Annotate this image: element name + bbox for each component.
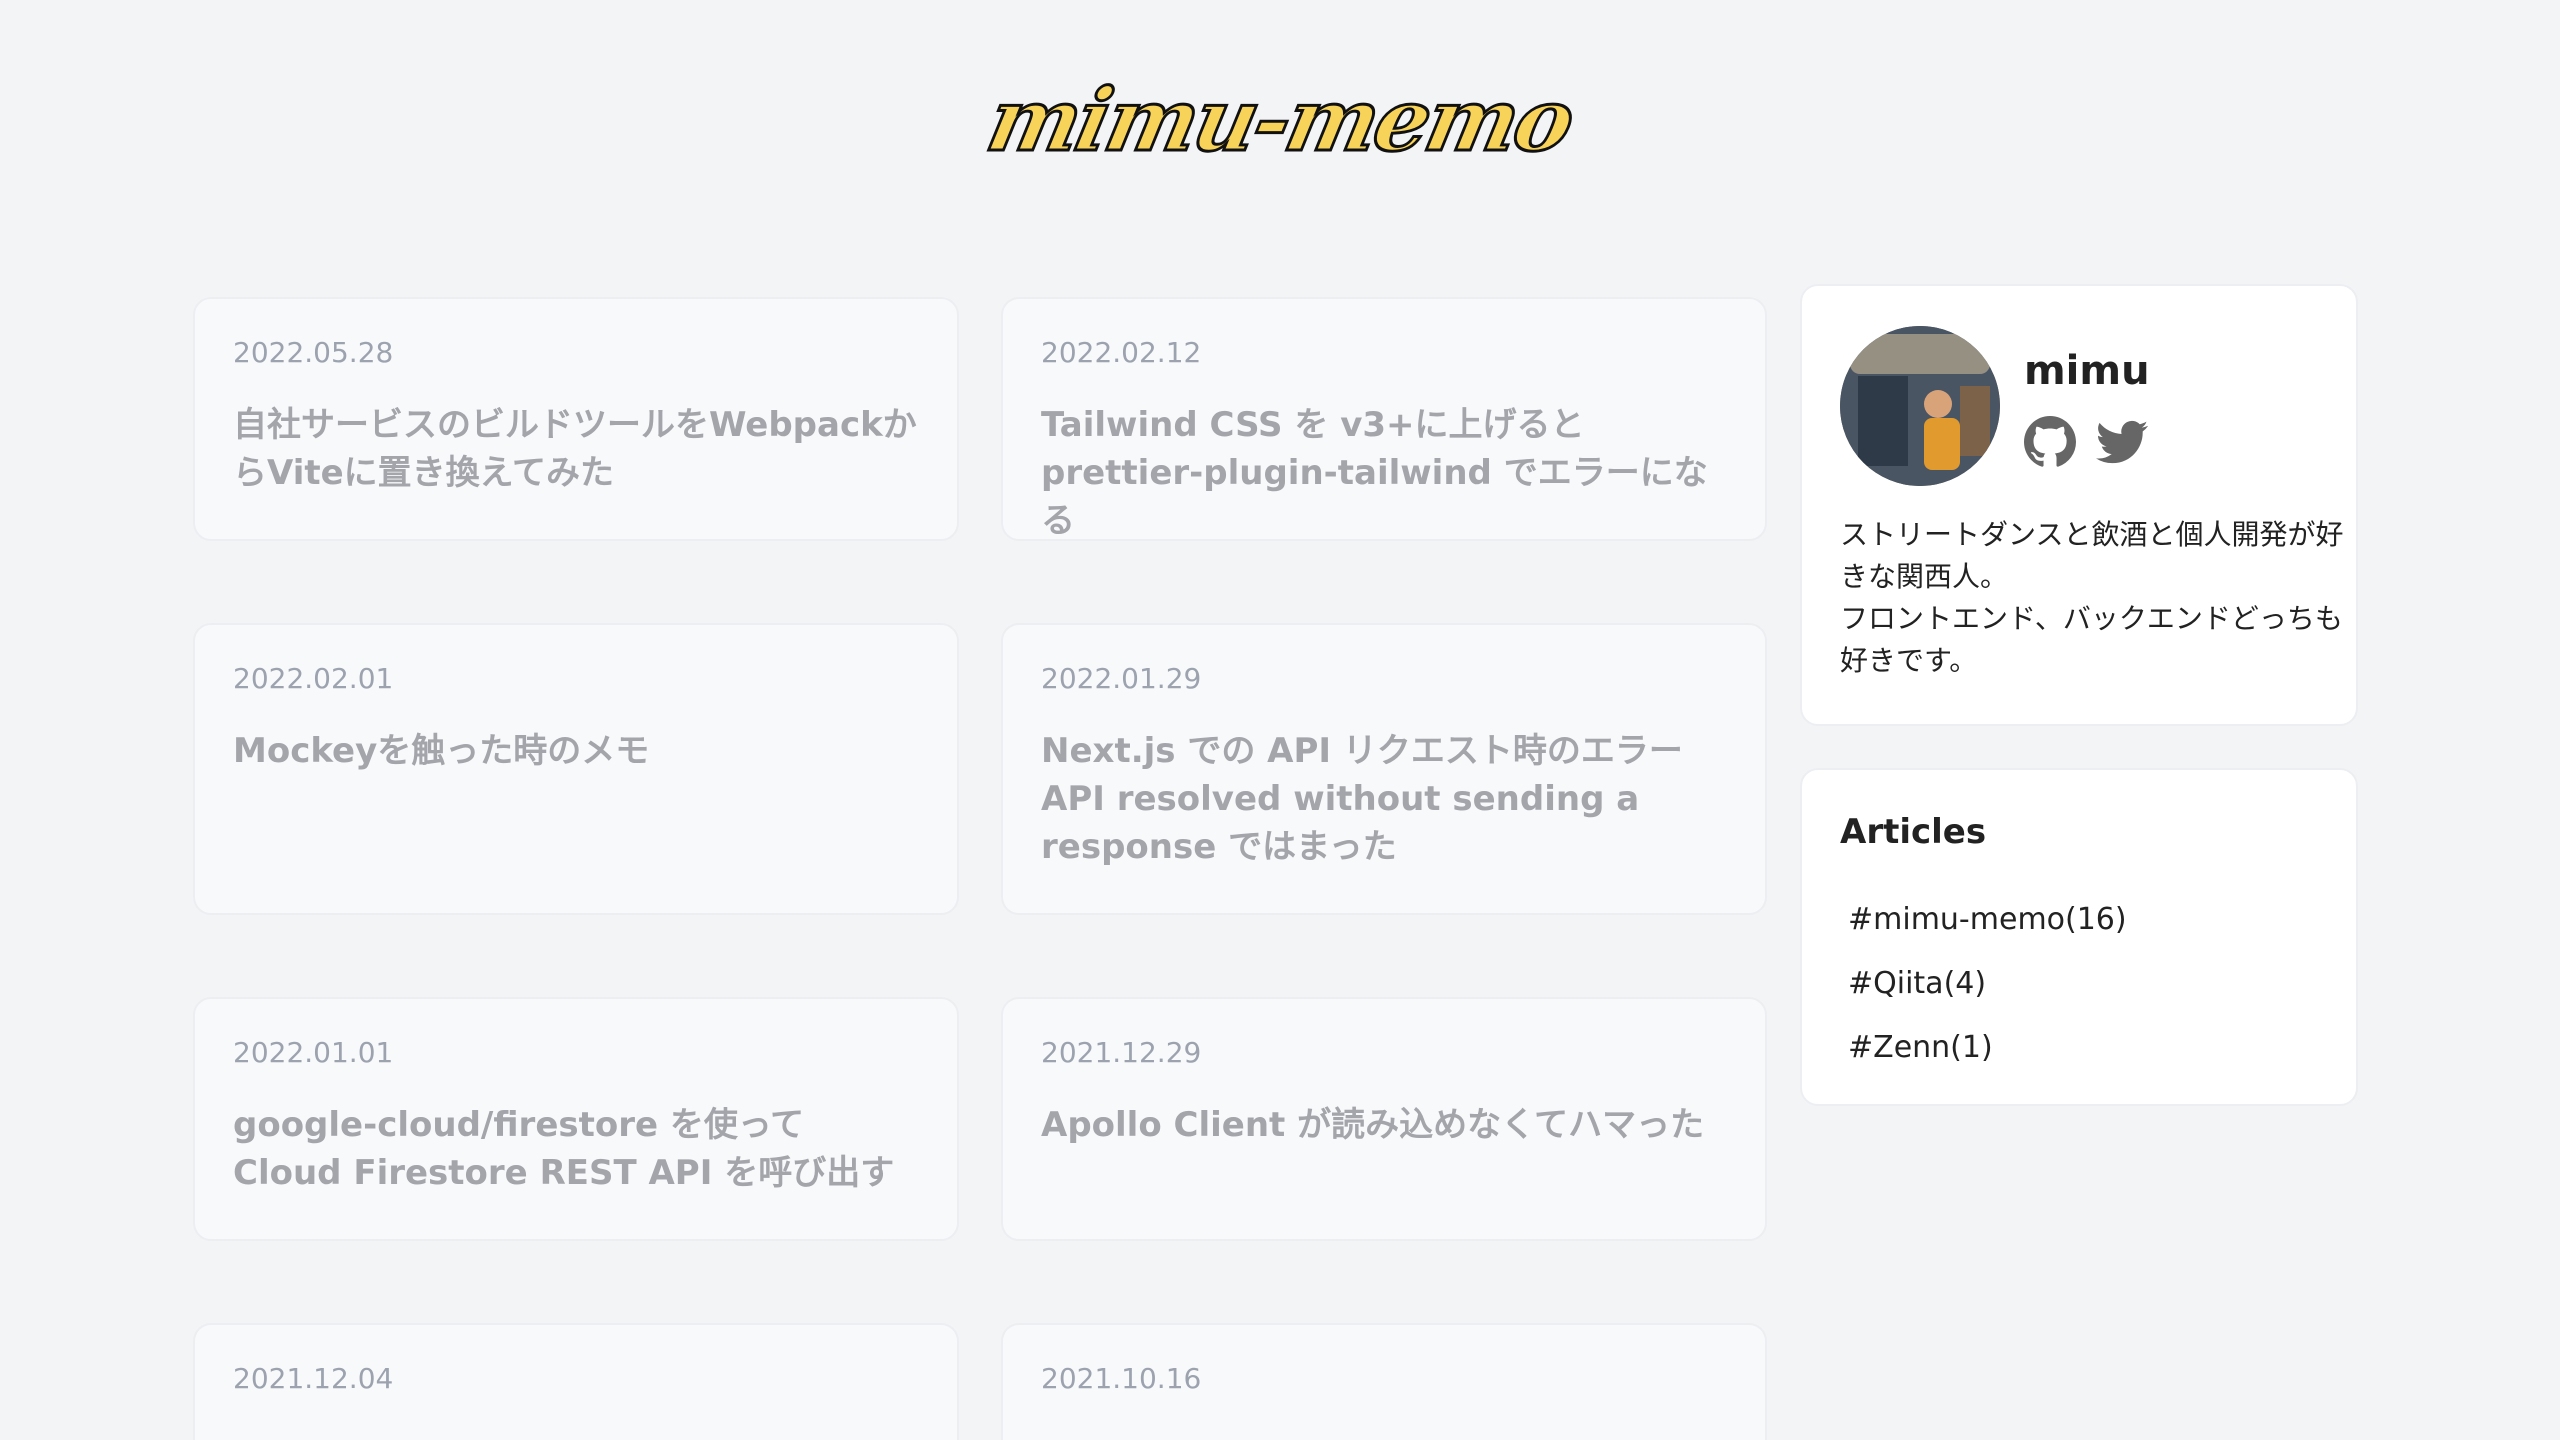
site-header: mimu-memo (0, 40, 2560, 200)
article-card[interactable]: 2021.10.16 (1001, 1323, 1767, 1440)
profile-name: mimu (2024, 348, 2150, 394)
bio-line: ストリートダンスと飲酒と個人開発が好きな関西人。 (1840, 518, 2344, 593)
profile-card: mimu ストリートダンスと飲酒と個人開発が好きな関西人。 フロントエンド、バッ… (1800, 284, 2358, 726)
site-logo[interactable]: mimu-memo (978, 68, 1582, 172)
article-title: Mockeyを触った時のメモ (233, 731, 650, 771)
article-title: 自社サービスのビルドツールをWebpackからViteに置き換えてみた (233, 405, 917, 493)
profile-bio: ストリートダンスと飲酒と個人開発が好きな関西人。 フロントエンド、バックエンドど… (1840, 514, 2350, 682)
tag-link[interactable]: #mimu-memo(16) (1848, 888, 2127, 952)
article-date: 2022.02.12 (1041, 336, 1202, 369)
article-date: 2021.10.16 (1041, 1362, 1202, 1395)
bio-line: フロントエンド、バックエンドどっちも好きです。 (1840, 602, 2343, 677)
article-date: 2022.02.01 (233, 662, 394, 695)
github-icon[interactable] (2024, 416, 2076, 468)
tag-list: #mimu-memo(16) #Qiita(4) #Zenn(1) (1848, 888, 2127, 1080)
article-card[interactable]: 2022.05.28 自社サービスのビルドツールをWebpackからViteに置… (193, 297, 959, 541)
article-date: 2022.05.28 (233, 336, 394, 369)
article-title: Apollo Client が読み込めなくてハマった (1041, 1105, 1705, 1145)
article-title: Next.js での API リクエスト時のエラー API resolved w… (1041, 731, 1683, 867)
twitter-icon[interactable] (2096, 416, 2148, 468)
article-card[interactable]: 2021.12.29 Apollo Client が読み込めなくてハマった (1001, 997, 1767, 1241)
article-card[interactable]: 2022.01.29 Next.js での API リクエスト時のエラー API… (1001, 623, 1767, 915)
article-card[interactable]: 2021.12.04 (193, 1323, 959, 1440)
article-date: 2022.01.29 (1041, 662, 1202, 695)
article-card[interactable]: 2022.01.01 google-cloud/firestore を使って C… (193, 997, 959, 1241)
article-date: 2021.12.04 (233, 1362, 394, 1395)
article-date: 2021.12.29 (1041, 1036, 1202, 1069)
tag-link[interactable]: #Qiita(4) (1848, 952, 2127, 1016)
avatar-image (1840, 326, 2000, 486)
tag-link[interactable]: #Zenn(1) (1848, 1016, 2127, 1080)
article-title: Tailwind CSS を v3+に上げると prettier-plugin-… (1041, 405, 1708, 541)
social-links (2024, 416, 2148, 468)
articles-card: Articles #mimu-memo(16) #Qiita(4) #Zenn(… (1800, 768, 2358, 1106)
avatar (1840, 326, 2000, 486)
article-title: google-cloud/firestore を使って Cloud Firest… (233, 1105, 895, 1193)
article-card[interactable]: 2022.02.12 Tailwind CSS を v3+に上げると prett… (1001, 297, 1767, 541)
articles-heading: Articles (1840, 812, 1987, 852)
article-card[interactable]: 2022.02.01 Mockeyを触った時のメモ (193, 623, 959, 915)
article-date: 2022.01.01 (233, 1036, 394, 1069)
